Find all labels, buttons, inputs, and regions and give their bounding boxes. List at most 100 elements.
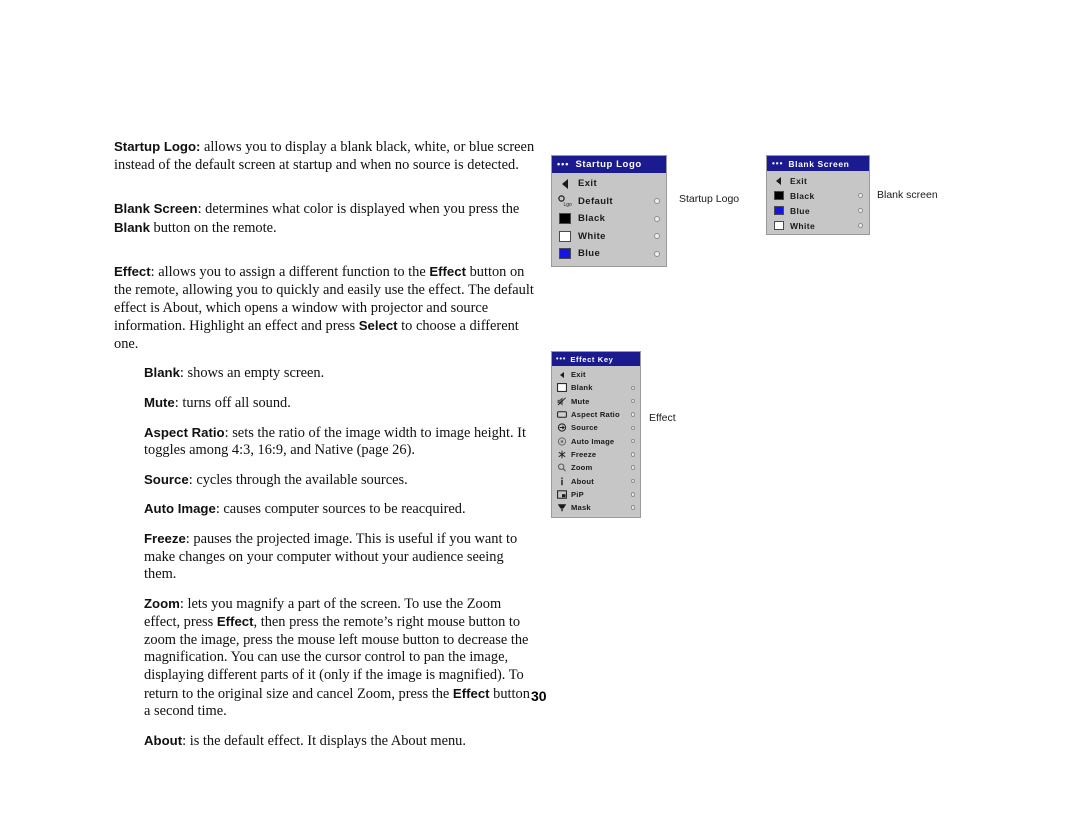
osd-item-label: About bbox=[571, 476, 594, 486]
osd-item-radio[interactable] bbox=[630, 492, 635, 497]
term-about: About bbox=[144, 732, 183, 748]
blank-screen-icon bbox=[556, 383, 567, 393]
term-aspect-ratio: Aspect Ratio bbox=[144, 424, 225, 440]
osd-item-radio[interactable] bbox=[858, 193, 863, 198]
osd-item-radio[interactable] bbox=[858, 223, 863, 228]
paragraph-about: About: is the default effect. It display… bbox=[144, 732, 538, 751]
osd-item-label: Black bbox=[790, 190, 815, 201]
osd-item-black[interactable]: Black bbox=[552, 210, 666, 228]
osd-item-radio[interactable] bbox=[630, 438, 635, 444]
osd-item-mask[interactable]: Mask bbox=[552, 501, 640, 514]
osd-item-radio[interactable] bbox=[654, 233, 660, 240]
osd-menu-startup-logo[interactable]: ••• Startup Logo Exit Lgo Default Black bbox=[551, 155, 667, 267]
paragraph-aspect-ratio: Aspect Ratio: sets the ratio of the imag… bbox=[144, 424, 538, 460]
auto-image-icon bbox=[556, 436, 567, 446]
paragraph-source: Source: cycles through the available sou… bbox=[144, 471, 538, 490]
osd-title-bar: ••• Effect Key bbox=[552, 352, 640, 366]
osd-item-blue[interactable]: Blue bbox=[767, 203, 869, 218]
osd-item-label: White bbox=[790, 220, 816, 231]
pip-icon bbox=[556, 489, 567, 499]
osd-item-radio[interactable] bbox=[858, 208, 863, 213]
osd-item-radio[interactable] bbox=[630, 505, 635, 510]
osd-item-list: Exit Lgo Default Black White Blue bbox=[552, 173, 666, 267]
term-effect-press: Effect bbox=[216, 614, 254, 630]
osd-item-label: Exit bbox=[790, 175, 808, 186]
osd-item-radio[interactable] bbox=[630, 412, 635, 417]
osd-item-label: Default bbox=[578, 195, 613, 207]
osd-item-blue[interactable]: Blue bbox=[552, 245, 666, 263]
term-blank-screen: Blank Screen bbox=[114, 201, 198, 217]
term-mute: Mute bbox=[144, 394, 175, 410]
osd-item-label: Blue bbox=[790, 205, 811, 216]
osd-item-label: Auto Image bbox=[571, 436, 615, 446]
osd-item-exit[interactable]: Exit bbox=[767, 173, 869, 188]
caption-effect: Effect bbox=[649, 412, 676, 424]
text-auto-image: : causes computer sources to be reacquir… bbox=[215, 501, 466, 518]
osd-item-label: Exit bbox=[571, 370, 586, 380]
swatch-black-icon bbox=[772, 190, 785, 201]
osd-item-white[interactable]: White bbox=[552, 228, 666, 246]
osd-item-radio[interactable] bbox=[630, 478, 635, 484]
osd-item-source[interactable]: Source bbox=[552, 421, 640, 434]
osd-item-radio[interactable] bbox=[630, 452, 635, 457]
osd-menu-effect-key[interactable]: ••• Effect Key Exit Blank Mute Aspect Ra… bbox=[551, 351, 641, 518]
osd-item-list: Exit Black Blue White bbox=[767, 171, 869, 237]
osd-title-bar: ••• Blank Screen bbox=[767, 156, 869, 171]
swatch-white-icon bbox=[772, 220, 785, 231]
paragraph-freeze: Freeze: pauses the projected image. This… bbox=[144, 530, 538, 584]
osd-item-default[interactable]: Lgo Default bbox=[552, 193, 666, 211]
osd-item-label: Zoom bbox=[571, 463, 593, 473]
term-source: Source bbox=[144, 471, 189, 487]
back-arrow-icon bbox=[772, 175, 785, 186]
freeze-snowflake-icon bbox=[556, 449, 567, 459]
osd-item-black[interactable]: Black bbox=[767, 188, 869, 203]
menu-dots-icon: ••• bbox=[556, 355, 567, 363]
paragraph-blank-screen: Blank Screen: determines what color is d… bbox=[114, 200, 538, 237]
osd-item-radio[interactable] bbox=[630, 398, 635, 404]
osd-item-radio[interactable] bbox=[654, 215, 660, 222]
osd-item-about[interactable]: About bbox=[552, 474, 640, 487]
osd-item-radio[interactable] bbox=[630, 385, 635, 391]
osd-item-label: Blank bbox=[571, 383, 593, 393]
osd-item-label: PiP bbox=[571, 489, 584, 499]
paragraph-effect: Effect: allows you to assign a different… bbox=[114, 263, 538, 353]
text-effect-a: : allows you to assign a different funct… bbox=[150, 264, 430, 281]
osd-item-radio[interactable] bbox=[630, 425, 635, 431]
paragraph-zoom: Zoom: lets you magnify a part of the scr… bbox=[144, 595, 538, 721]
osd-item-label: Exit bbox=[578, 178, 598, 190]
osd-item-radio[interactable] bbox=[654, 198, 660, 205]
osd-item-zoom[interactable]: Zoom bbox=[552, 461, 640, 474]
osd-item-freeze[interactable]: Freeze bbox=[552, 448, 640, 461]
osd-item-auto-image[interactable]: Auto Image bbox=[552, 434, 640, 447]
paragraph-auto-image: Auto Image: causes computer sources to b… bbox=[144, 500, 538, 519]
osd-item-pip[interactable]: PiP bbox=[552, 488, 640, 501]
menu-dots-icon: ••• bbox=[557, 159, 570, 169]
term-blank-button: Blank bbox=[114, 219, 150, 235]
paragraph-blank: Blank: shows an empty screen. bbox=[144, 364, 538, 383]
caption-startup-logo: Startup Logo bbox=[679, 193, 740, 205]
osd-item-white[interactable]: White bbox=[767, 218, 869, 233]
osd-item-exit[interactable]: Exit bbox=[552, 368, 640, 381]
mask-icon bbox=[556, 503, 567, 513]
osd-item-label: Source bbox=[571, 423, 598, 433]
term-blank: Blank bbox=[144, 365, 180, 381]
osd-title-text: Effect Key bbox=[570, 354, 614, 364]
osd-item-radio[interactable] bbox=[654, 250, 660, 257]
osd-item-blank[interactable]: Blank bbox=[552, 381, 640, 394]
osd-item-label: Black bbox=[578, 213, 606, 225]
text-blank: : shows an empty screen. bbox=[179, 365, 325, 382]
osd-menu-blank-screen[interactable]: ••• Blank Screen Exit Black Blue White bbox=[766, 155, 870, 235]
source-icon bbox=[556, 423, 567, 433]
swatch-blue-icon bbox=[557, 247, 573, 260]
osd-item-mute[interactable]: Mute bbox=[552, 395, 640, 408]
osd-item-radio[interactable] bbox=[630, 465, 635, 470]
osd-item-label: Mute bbox=[571, 396, 590, 406]
osd-item-exit[interactable]: Exit bbox=[552, 175, 666, 193]
osd-item-aspect-ratio[interactable]: Aspect Ratio bbox=[552, 408, 640, 421]
term-auto-image: Auto Image bbox=[144, 501, 216, 517]
